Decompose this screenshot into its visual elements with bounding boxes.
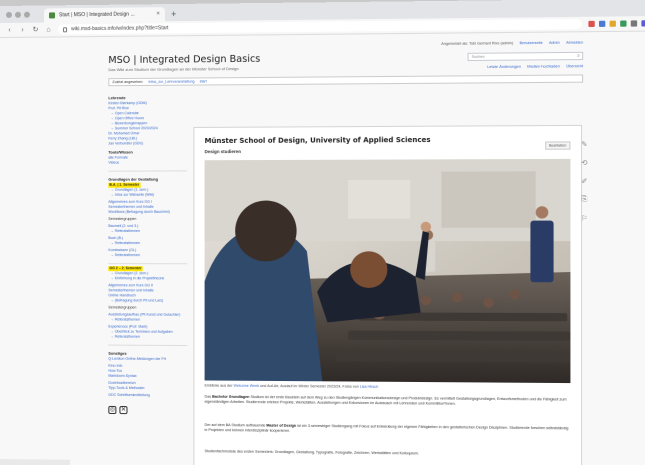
breadcrumb-label: Zuletzt angesehen: <box>112 79 144 85</box>
user-page-link[interactable]: Benutzerseite <box>520 41 543 45</box>
sidebar-link[interactable]: Tipp-Tools & Methoden <box>108 386 187 392</box>
extensions-area <box>588 20 645 28</box>
para1-lead: Das <box>204 394 212 399</box>
master-paragraph: Der auf dem BA Studium aufbauende Master… <box>205 423 571 437</box>
caption-suffix: und Auf-Ab, Auslauf im Winter Semester 2… <box>260 383 359 389</box>
browser-tab[interactable]: Start | MSO | Integrated Design ... × <box>43 7 165 23</box>
logout-link[interactable]: Abmelden <box>566 40 583 44</box>
home-button[interactable]: ⌂ <box>45 26 52 33</box>
lock-icon <box>63 26 68 32</box>
tab-close-icon[interactable]: × <box>156 11 160 17</box>
social-links: ◎ ✕ <box>108 405 187 415</box>
para2-lead: Der auf dem BA Studium aufbauende <box>204 422 266 428</box>
search-input[interactable]: Suchen ⌕ <box>467 51 584 62</box>
para2-bold: Master of Design <box>266 423 297 428</box>
photo-caption: Einblicke aus der Welcome Week und Auf-A… <box>205 383 571 390</box>
site-title[interactable]: MSO | Integrated Design Basics <box>108 54 260 66</box>
sidebar-link[interactable]: Workflows (Befragung durch Bauchrixt) <box>108 210 187 215</box>
caption-credit[interactable]: Lisa Hirsch <box>360 385 378 389</box>
page-heading: Münster School of Design, University of … <box>204 135 431 146</box>
breadcrumb-item[interactable]: Infos_zur_Lehrveranstaltung <box>148 79 194 83</box>
instagram-icon[interactable]: ◎ <box>108 405 117 415</box>
extension-icon[interactable] <box>598 20 606 27</box>
search-icon[interactable]: ⌕ <box>577 53 580 59</box>
logged-in-as: Angemeldet als: Tobi Gerhard Rixe (admin… <box>441 41 514 46</box>
tab-title: Start | MSO | Integrated Design ... <box>59 11 135 19</box>
sidebar-link[interactable]: Markdown-Syntax <box>108 374 187 380</box>
para1-text: Studium ist der erste Baustein auf dem W… <box>204 394 567 406</box>
back-button[interactable]: ‹ <box>6 26 13 33</box>
caption-link[interactable]: Welcome Week <box>234 384 260 388</box>
caption-prefix: Einblicke aus der <box>204 383 233 388</box>
breadcrumb-item[interactable]: start <box>200 79 207 83</box>
sidebar-section: Sonstiges Q-Lexikon Online-Meldungen der… <box>108 344 188 399</box>
pencil-icon[interactable]: ✐ <box>581 177 587 185</box>
sidebar-link[interactable]: → Referatsthemen <box>108 253 187 258</box>
sidebar-link[interactable]: → Infos zur Webseite (Wiki) <box>108 193 187 198</box>
status-strip <box>0 459 71 465</box>
extension-icon[interactable] <box>630 20 638 27</box>
sidebar-text: Semestergruppen <box>108 305 137 310</box>
para1-bold: Bachelor Grundlagen <box>212 394 250 400</box>
page-tools: ✎ ⟲ ✐ ⎘ ⚐ <box>581 140 588 222</box>
twitter-icon[interactable]: ✕ <box>119 406 128 415</box>
extension-icon[interactable] <box>641 20 645 27</box>
sidebar-link[interactable]: Q-Lexikon Online-Meldungen der FH <box>108 357 187 363</box>
sidebar-link[interactable]: Jan Verbundler (GDS) <box>108 141 187 146</box>
user-links: Angemeldet als: Tobi Gerhard Rixe (admin… <box>441 40 583 45</box>
sidebar-link[interactable]: GDC Schriftsenkmitteilung <box>108 393 187 399</box>
lecture-hall-photo[interactable] <box>204 158 571 384</box>
intro-paragraph: Das Bachelor Grundlagen Studium ist der … <box>205 395 571 409</box>
window-controls <box>5 6 30 23</box>
wiki-actions: Letzte Änderungen Medien hochladen Übers… <box>487 64 583 69</box>
new-tab-button[interactable]: + <box>171 9 176 19</box>
edit-icon[interactable]: ✎ <box>581 140 587 148</box>
site-subtitle: Das Wiki zum Studium der Grundlagen an d… <box>108 66 239 73</box>
extension-icon[interactable] <box>620 20 627 27</box>
admin-link[interactable]: Admin <box>549 41 560 45</box>
edit-button[interactable]: Bearbeiten <box>544 141 571 150</box>
history-icon[interactable]: ⟲ <box>581 159 587 167</box>
minimize-window-icon[interactable] <box>14 11 21 18</box>
page-subheading: Design studieren <box>204 148 241 155</box>
sidebar-link[interactable]: → (Befragung durch Pit und Lars) <box>108 298 187 303</box>
recent-changes-link[interactable]: Letzte Änderungen <box>487 65 521 69</box>
sidebar-link[interactable]: → Referatsthemen <box>108 317 187 322</box>
sidebar-link[interactable]: Videos <box>108 160 187 165</box>
main-content: Münster School of Design, University of … <box>193 124 583 465</box>
search-placeholder: Suchen <box>471 54 485 59</box>
upload-media-link[interactable]: Medien hochladen <box>527 64 560 68</box>
modules-paragraph: Studienfachmodule des ersten Semesters: … <box>204 449 420 456</box>
sidebar-link[interactable]: → Referatsthemen <box>108 229 187 234</box>
copy-icon[interactable]: ⎘ <box>581 196 587 204</box>
photo-illustration <box>204 158 571 384</box>
url-text[interactable]: wiki.msd-basics.info/w/index.php?title=S… <box>71 25 168 32</box>
extension-icon[interactable] <box>588 20 595 28</box>
sidebar-link[interactable]: → Einführung in die Projekttheorie <box>108 276 187 281</box>
sidebar: Lehrende Kirsten Bierkamp (GDM) Prof. Pi… <box>108 92 188 415</box>
sidebar-section: Grundlagen der Gestaltung B.A. | 1. Seme… <box>108 170 188 259</box>
flag-icon[interactable]: ⚐ <box>581 214 588 222</box>
maximize-window-icon[interactable] <box>23 11 30 18</box>
sidebar-text: Semestergruppen <box>108 216 137 221</box>
forward-button[interactable]: › <box>19 26 26 33</box>
wiki-page: Angemeldet als: Tobi Gerhard Rixe (admin… <box>0 31 645 465</box>
close-window-icon[interactable] <box>5 11 12 18</box>
extension-icon[interactable] <box>609 20 616 27</box>
reload-button[interactable]: ↻ <box>32 26 39 34</box>
overview-link[interactable]: Übersicht <box>566 64 583 68</box>
browser-window: Start | MSO | Integrated Design ... × + … <box>0 0 645 465</box>
sidebar-link[interactable]: → Referatsthemen <box>108 335 187 340</box>
sidebar-section: GG 2 – 2. Semester → Grundlagen (2. sem.… <box>108 263 188 340</box>
sidebar-link[interactable]: → Referatsthemen <box>108 241 187 246</box>
favicon-icon <box>49 12 56 19</box>
